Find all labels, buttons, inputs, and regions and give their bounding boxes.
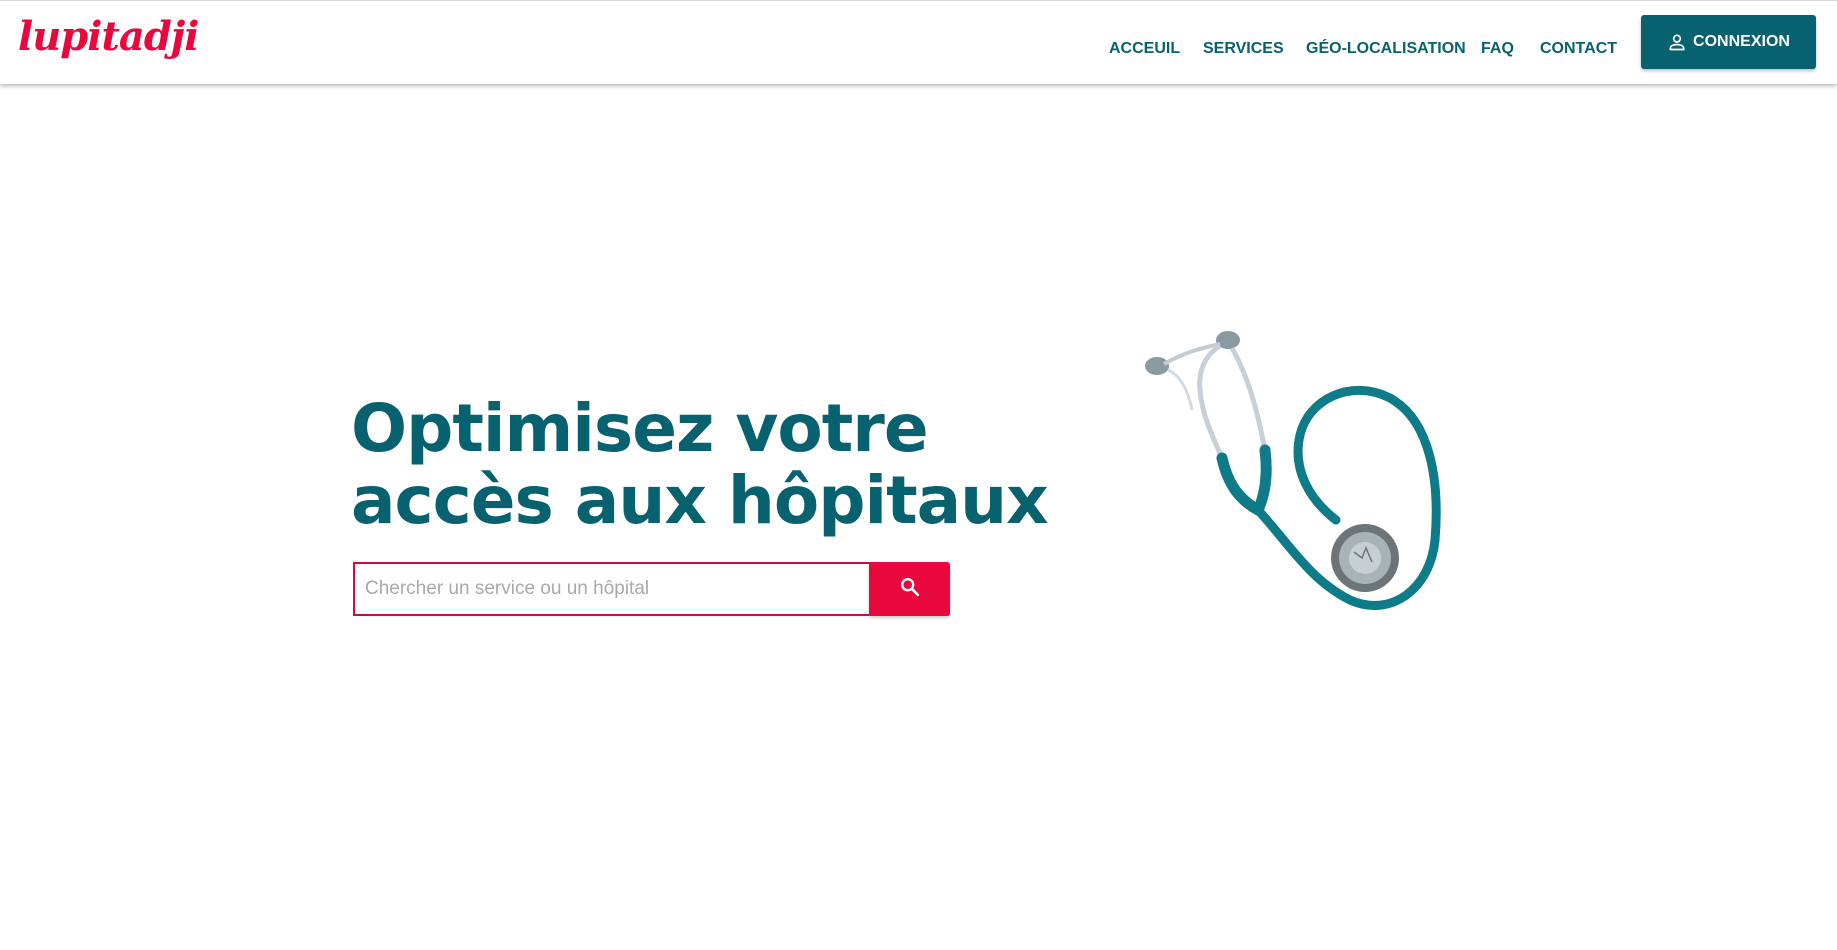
search-input[interactable] [353,562,870,616]
login-button-label: CONNEXION [1693,33,1790,50]
top-navbar: lupitadji ACCEUIL SERVICES GÉO-LOCALISAT… [0,0,1837,84]
search-icon [899,576,921,603]
nav-link-faq[interactable]: FAQ [1481,35,1514,63]
login-button[interactable]: CONNEXION [1641,15,1816,69]
search-button[interactable] [869,562,950,616]
nav-link-contact[interactable]: CONTACT [1540,35,1617,63]
site-logo[interactable]: lupitadji [18,7,199,67]
stethoscope-illustration [1140,320,1485,675]
person-outline-icon [1667,32,1687,52]
nav-link-accueil[interactable]: ACCEUIL [1109,35,1180,63]
nav-link-geolocalisation[interactable]: GÉO-LOCALISATION [1306,35,1466,63]
hero-title: Optimisez votre accès aux hôpitaux [351,393,1111,537]
hero-title-line-2: accès aux hôpitaux [351,462,1049,539]
nav-link-services[interactable]: SERVICES [1203,35,1284,63]
hero-title-line-1: Optimisez votre [351,390,929,467]
